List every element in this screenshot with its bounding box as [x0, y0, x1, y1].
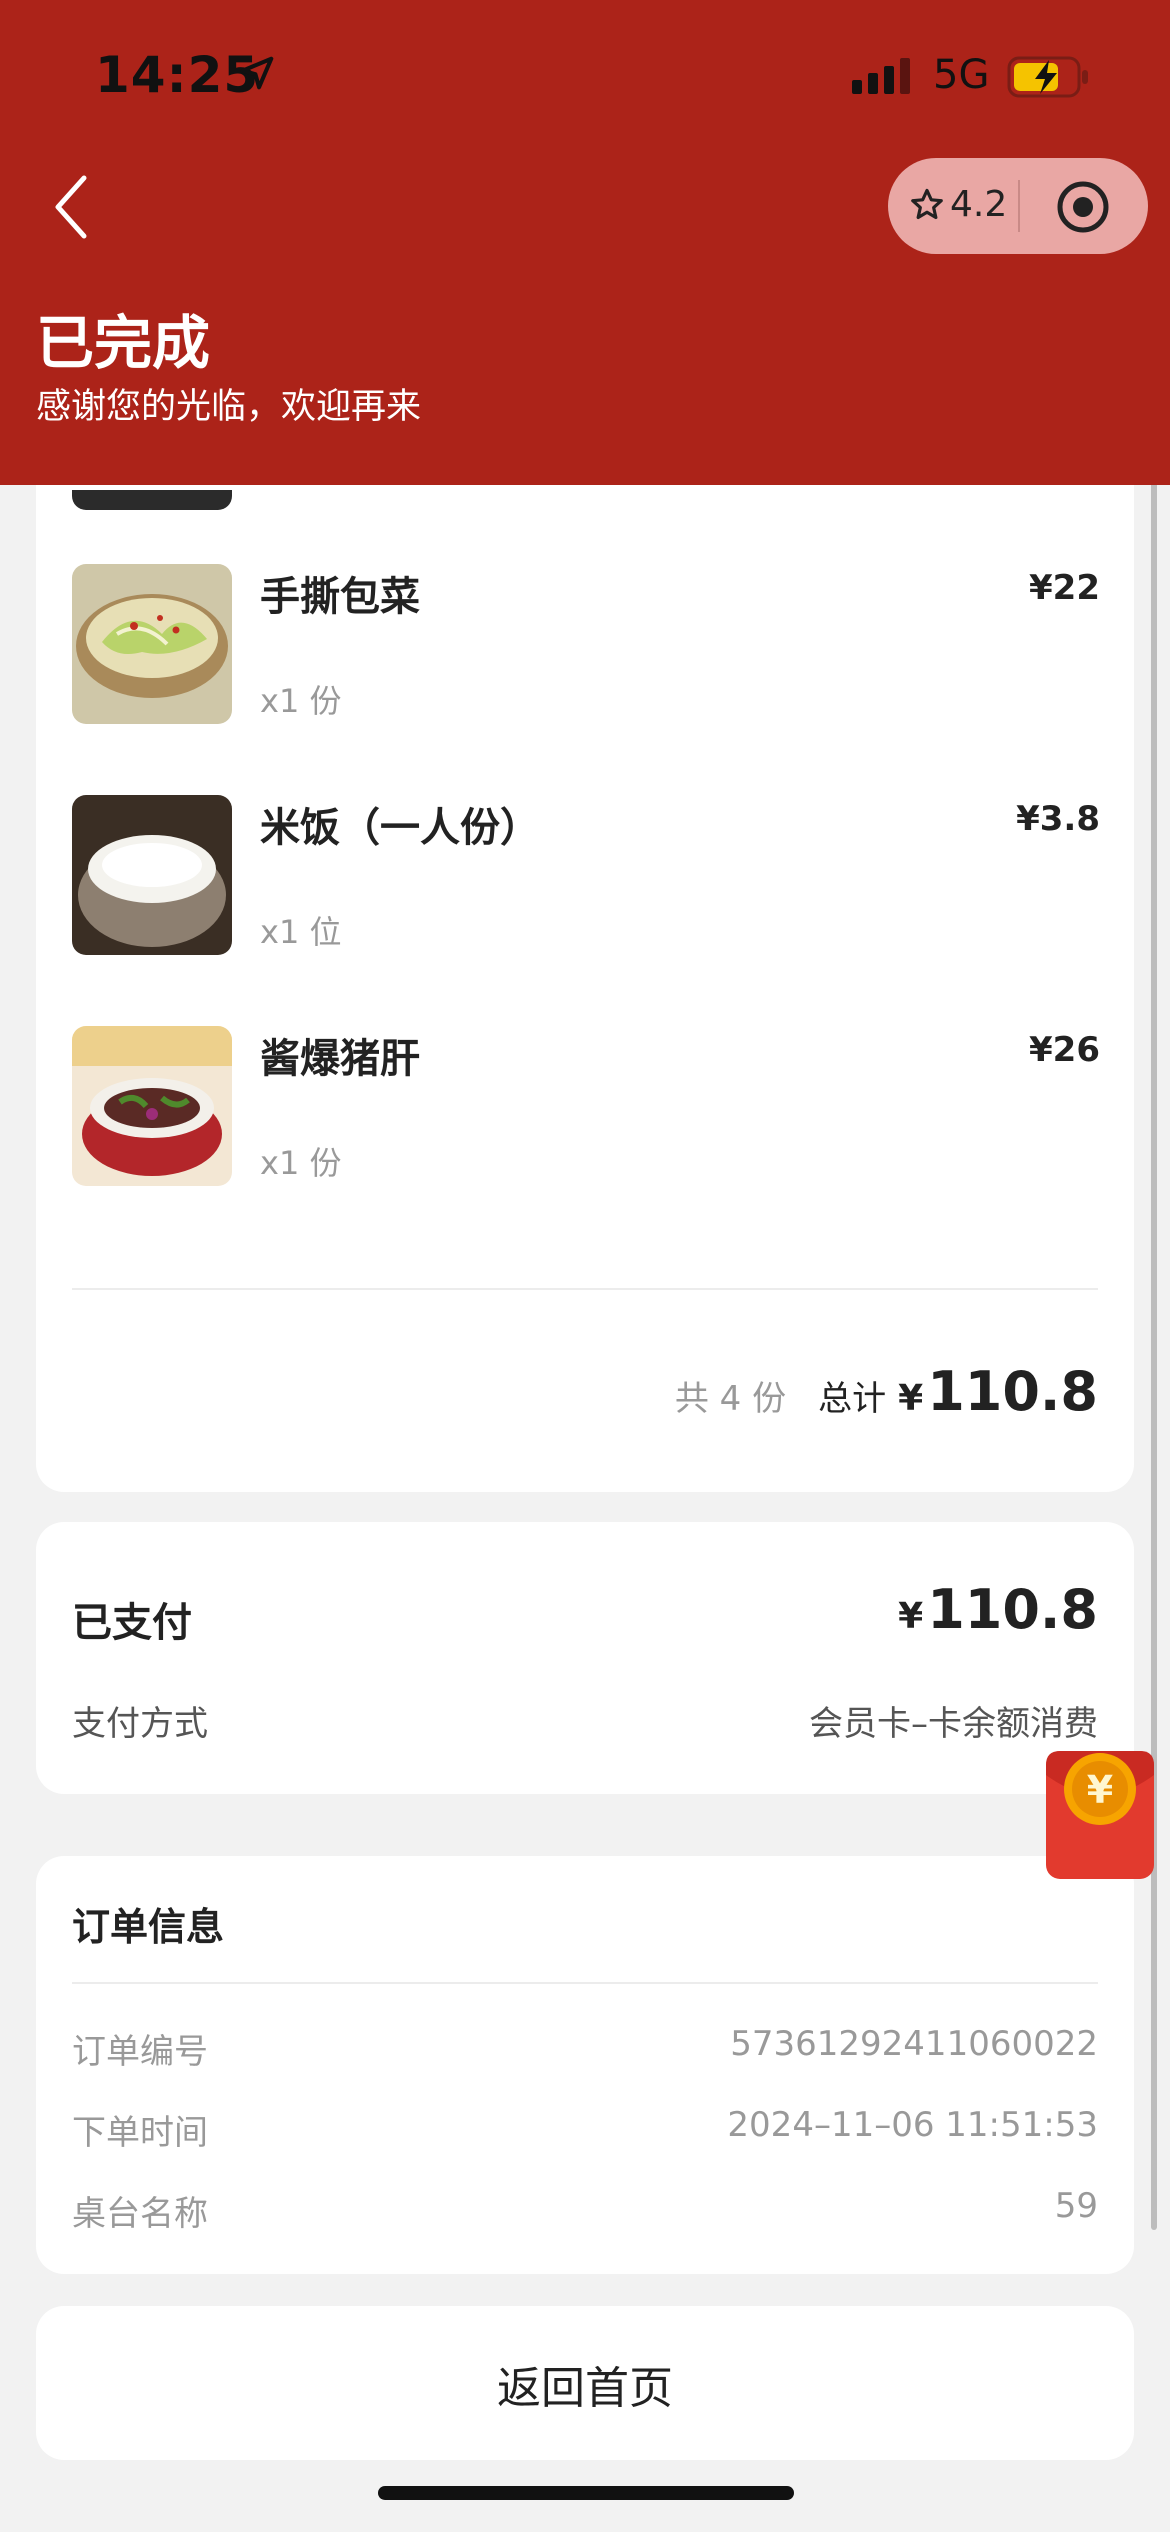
item-price: ¥3.8	[1016, 799, 1100, 839]
currency-symbol: ¥	[898, 1378, 924, 1419]
page-title: 已完成	[36, 309, 211, 377]
table-name-label: 桌台名称	[72, 2194, 208, 2234]
order-time-value: 2024–11–06 11:51:53	[727, 2105, 1098, 2145]
item-thumbnail	[72, 1026, 232, 1186]
scrollbar[interactable]	[1151, 430, 1157, 2230]
payment-amount: ¥ 110.8	[898, 1578, 1098, 1641]
item-quantity: x1 份	[260, 1144, 342, 1182]
page-subtitle: 感谢您的光临，欢迎再来	[36, 387, 422, 427]
list-item[interactable]: 酱爆猪肝 ¥26 x1 份	[72, 1026, 1100, 1186]
total-label: 总计	[818, 1379, 887, 1419]
star-icon[interactable]	[908, 186, 946, 224]
rating-value[interactable]: 4.2	[950, 184, 1007, 225]
item-price: ¥26	[1029, 1030, 1100, 1070]
order-time-label: 下单时间	[72, 2113, 208, 2153]
divider	[72, 1288, 1098, 1290]
order-total-row: 共 4 份 总计 ¥ 110.8	[675, 1360, 1098, 1423]
order-number-label: 订单编号	[72, 2032, 208, 2072]
order-items-card: 手撕包菜 ¥22 x1 份 米饭（一人份） ¥3.8 x1 位 酱爆猪肝 ¥26…	[36, 420, 1134, 1492]
signal-icon	[852, 58, 910, 94]
back-home-button[interactable]: 返回首页	[36, 2306, 1134, 2460]
back-home-label: 返回首页	[497, 2363, 673, 2414]
item-quantity: x1 份	[260, 682, 342, 720]
currency-symbol: ¥	[898, 1596, 924, 1637]
payment-status: 已支付	[72, 1600, 192, 1646]
home-indicator[interactable]	[378, 2486, 794, 2500]
payment-card: 已支付 ¥ 110.8 支付方式 会员卡–卡余额消费	[36, 1522, 1134, 1794]
item-price: ¥22	[1029, 568, 1100, 608]
order-time-row: 下单时间 2024–11–06 11:51:53	[72, 2105, 1098, 2155]
item-name: 米饭（一人份）	[260, 805, 540, 851]
table-name-value: 59	[1054, 2186, 1098, 2226]
item-quantity: x1 位	[260, 913, 342, 951]
location-arrow-icon	[240, 56, 274, 90]
payment-method-label: 支付方式	[72, 1704, 208, 1744]
item-name: 手撕包菜	[260, 574, 420, 620]
capsule-divider	[1018, 180, 1020, 232]
chevron-left-icon[interactable]	[44, 172, 104, 242]
order-info-card: 订单信息 订单编号 57361292411060022 下单时间 2024–11…	[36, 1856, 1134, 2274]
table-name-row: 桌台名称 59	[72, 2186, 1098, 2236]
network-type: 5G	[933, 52, 990, 98]
mini-program-capsule: 4.2	[888, 158, 1148, 254]
item-thumbnail	[72, 564, 232, 724]
order-info-title: 订单信息	[72, 1905, 225, 1949]
item-thumbnail	[72, 795, 232, 955]
red-envelope-icon[interactable]: ¥	[1046, 1745, 1154, 1879]
status-time: 14:25	[95, 46, 260, 104]
header-bar: 14:25 5G 4.2 已完成 感谢您的光临，欢迎再来	[0, 0, 1170, 485]
order-number-row: 订单编号 57361292411060022	[72, 2024, 1098, 2074]
item-count: 共 4 份	[674, 1379, 787, 1419]
battery-charging-icon	[1007, 56, 1088, 98]
target-icon[interactable]	[1056, 180, 1110, 234]
svg-text:¥: ¥	[1087, 1768, 1113, 1812]
list-item[interactable]: 手撕包菜 ¥22 x1 份	[72, 564, 1100, 724]
item-thumbnail-partial	[72, 490, 232, 510]
payment-method-value: 会员卡–卡余额消费	[809, 1704, 1098, 1744]
paid-amount: 110.8	[927, 1578, 1098, 1641]
total-amount: 110.8	[927, 1360, 1098, 1423]
list-item[interactable]: 米饭（一人份） ¥3.8 x1 位	[72, 795, 1100, 955]
item-name: 酱爆猪肝	[260, 1036, 420, 1082]
order-number-value[interactable]: 57361292411060022	[730, 2024, 1098, 2064]
divider	[72, 1982, 1098, 1984]
